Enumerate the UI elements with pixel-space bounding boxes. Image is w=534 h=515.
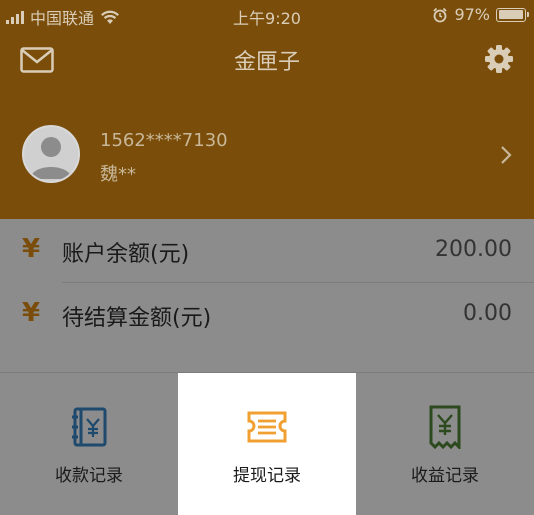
- chevron-right-icon[interactable]: [498, 144, 514, 166]
- status-bar: 中国联通 上午9:20 97%: [0, 0, 534, 30]
- menu-grid: 收款记录 提现记录 收益记录: [0, 372, 534, 515]
- battery-icon: [496, 7, 529, 22]
- gear-icon[interactable]: [484, 44, 514, 74]
- earnings-receipt-icon: [429, 405, 461, 449]
- pending-row[interactable]: ¥ 待结算金额(元) 0.00: [0, 283, 534, 345]
- menu-item-receipts[interactable]: 收款记录: [0, 373, 178, 515]
- receipt-book-icon: [72, 407, 107, 447]
- pending-value: 0.00: [463, 301, 512, 326]
- menu-item-withdrawals[interactable]: 提现记录: [178, 373, 356, 515]
- balance-value: 200.00: [435, 237, 512, 262]
- avatar: [22, 125, 80, 183]
- menu-item-earnings[interactable]: 收益记录: [356, 373, 534, 515]
- pending-label: 待结算金额(元): [62, 306, 212, 331]
- profile-name: 魏**: [100, 164, 136, 185]
- profile-card[interactable]: 1562****7130 魏**: [0, 92, 534, 219]
- yen-icon: ¥: [22, 234, 41, 264]
- battery-percent: 97%: [454, 5, 490, 24]
- menu-label: 提现记录: [233, 466, 301, 486]
- balance-label: 账户余额(元): [62, 242, 190, 267]
- alarm-icon: [433, 7, 448, 22]
- profile-phone: 1562****7130: [100, 130, 228, 151]
- nav-bar: 金匣子: [0, 30, 534, 92]
- page-title: 金匣子: [233, 50, 300, 75]
- balance-row[interactable]: ¥ 账户余额(元) 200.00: [0, 219, 534, 281]
- user-icon: [30, 137, 72, 179]
- yen-icon: ¥: [22, 298, 41, 328]
- ticket-icon: [247, 411, 287, 443]
- menu-label: 收益记录: [411, 466, 479, 486]
- menu-label: 收款记录: [55, 466, 123, 486]
